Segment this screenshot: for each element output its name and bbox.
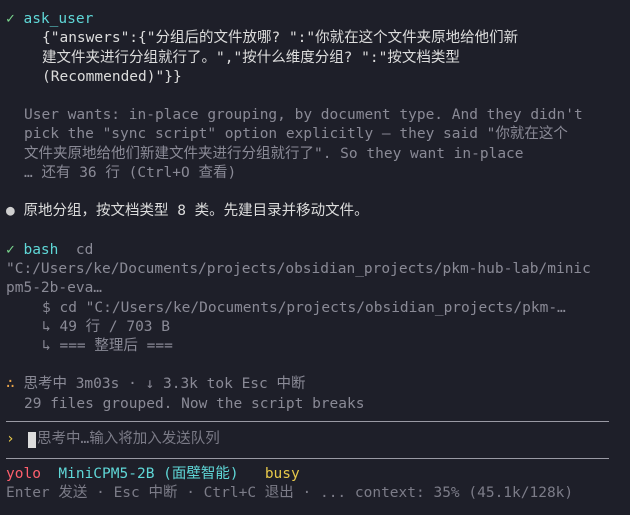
answer-line: 建文件夹进行分组就行了。","按什么维度分组? ":"按文档类型 xyxy=(42,49,460,66)
tool-name: bash xyxy=(23,241,59,258)
answer-line: {"answers":{"分组后的文件放哪? ":"你就在这个文件夹原地给他们新 xyxy=(42,30,519,47)
reasoning-line: pick the "sync script" option explicitly… xyxy=(24,126,568,143)
check-icon: ✓ xyxy=(6,11,15,27)
model-name: MiniCPM5-2B (面壁智能) xyxy=(58,466,239,483)
assistant-message: ● 原地分组，按文档类型 8 类。先建目录并移动文件。 xyxy=(6,202,630,221)
prompt-chevron-icon: › xyxy=(6,431,15,448)
check-icon: ✓ xyxy=(6,241,15,258)
busy-badge: busy xyxy=(264,466,300,483)
bash-output-line: ↳ === 整理后 === xyxy=(42,338,173,355)
message-input[interactable]: › 思考中…输入将加入发送队列 xyxy=(6,422,630,458)
bullet-icon: ● xyxy=(6,203,15,220)
bash-command: cd xyxy=(75,241,94,258)
tool-name: ask_user xyxy=(23,11,94,27)
bash-command-line: pm5-2b-eva… xyxy=(6,280,103,297)
thinking-icon: ∴ xyxy=(6,376,15,393)
ask-user-header: ✓ ask_user xyxy=(6,10,630,29)
thinking-label: 思考中 3m03s · ↓ 3.3k tok Esc 中断 xyxy=(23,376,306,393)
status-bar: yolo MiniCPM5-2B (面壁智能) busy xyxy=(6,465,630,484)
mode-badge: yolo xyxy=(6,466,41,483)
reasoning-line: User wants: in-place grouping, by docume… xyxy=(24,107,583,124)
thinking-detail: 29 files grouped. Now the script breaks xyxy=(24,395,365,412)
expand-more-hint[interactable]: … 还有 36 行 (Ctrl+O 查看) xyxy=(6,164,630,183)
bash-header: ✓ bash cd xyxy=(6,241,630,260)
message-text: 原地分组，按文档类型 8 类。先建目录并移动文件。 xyxy=(23,203,369,220)
bash-command-line: "C:/Users/ke/Documents/projects/obsidian… xyxy=(6,260,591,277)
reasoning-line: 文件夹原地给他们新建文件夹进行分组就行了". So they want in-p… xyxy=(24,145,524,162)
keybinding-hints: Enter 发送 · Esc 中断 · Ctrl+C 退出 · ... cont… xyxy=(6,485,574,502)
input-bottom-border xyxy=(6,458,609,460)
answer-line: (Recommended)"}} xyxy=(42,68,182,85)
text-cursor xyxy=(28,432,36,449)
terminal-window: ✓ ask_user {"answers":{"分组后的文件放哪? ":"你就在… xyxy=(0,0,630,515)
input-placeholder: 思考中…输入将加入发送队列 xyxy=(37,431,220,448)
thinking-status: ∴ 思考中 3m03s · ↓ 3.3k tok Esc 中断 xyxy=(6,375,630,394)
bash-output-line: ↳ 49 行 / 703 B xyxy=(42,318,170,335)
bash-output-line: $ cd "C:/Users/ke/Documents/projects/obs… xyxy=(42,299,566,316)
